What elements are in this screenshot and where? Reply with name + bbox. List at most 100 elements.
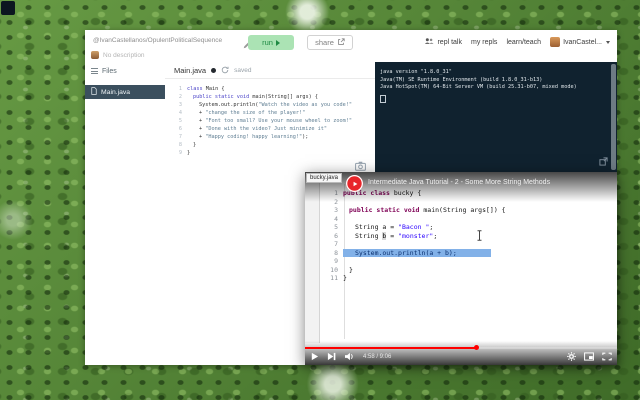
- nav-learn-teach-label: learn/teach: [506, 38, 542, 46]
- line-number: 3: [334, 206, 338, 214]
- nav-learn-teach[interactable]: learn/teach: [506, 39, 541, 46]
- line-number: 6: [334, 231, 338, 240]
- text-cursor-icon: [476, 228, 483, 246]
- video-progress-bar[interactable]: [305, 345, 617, 351]
- code-line[interactable]: 8}: [165, 141, 375, 149]
- channel-logo-icon: [346, 175, 363, 192]
- popout-icon[interactable]: [599, 157, 608, 170]
- files-panel-title: Files: [102, 67, 117, 75]
- code-line[interactable]: 1 class Main {: [165, 85, 375, 93]
- repl-description-row: No description: [91, 51, 145, 59]
- line-number: 10: [330, 265, 338, 274]
- hamburger-icon[interactable]: [91, 67, 98, 75]
- editor-tab-main-java[interactable]: Main.java: [174, 66, 206, 75]
- fullscreen-button[interactable]: [602, 352, 612, 361]
- video-controls: 4:58 / 9:06: [305, 341, 617, 365]
- repl-description: No description: [103, 51, 145, 59]
- nav-repl-talk[interactable]: repl talk: [424, 37, 462, 47]
- eclipse-file-tab: bucky.java: [306, 173, 342, 183]
- line-content: + "Happy coding! happy learning!");: [199, 134, 309, 140]
- user-menu-label: IvanCastel...: [563, 38, 602, 46]
- run-button[interactable]: run: [248, 35, 294, 50]
- console-line: java version "1.8.0_31": [380, 69, 452, 75]
- line-number: 4: [178, 110, 182, 116]
- line-number: 2: [178, 94, 182, 100]
- mini-avatar: [91, 51, 99, 59]
- code-line[interactable]: 4 + "change the size of the player!": [165, 109, 375, 117]
- line-number: 9: [334, 257, 338, 265]
- line-content: public static void main(String args[]) {: [349, 206, 506, 214]
- code-line[interactable]: 6 + "Done with the video? Just minimize i…: [165, 125, 375, 133]
- files-panel: Files Main.java: [85, 62, 166, 365]
- file-item-main-java[interactable]: Main.java: [85, 85, 165, 100]
- chevron-down-icon: [606, 40, 610, 44]
- code-line[interactable]: 3 public static void main(String args[]) …: [305, 206, 617, 215]
- settings-button[interactable]: [567, 352, 576, 361]
- line-number: 7: [178, 134, 182, 140]
- people-icon: [424, 37, 435, 47]
- line-number: 6: [178, 126, 182, 132]
- next-button[interactable]: [327, 352, 336, 361]
- line-content: class Main {: [187, 86, 225, 92]
- video-player: 1public class bucky {23public static voi…: [305, 172, 617, 365]
- code-editor[interactable]: 1 class Main { 2 public static void main(St…: [165, 79, 375, 157]
- code-line[interactable]: 3 System.out.println("Watch the video as …: [165, 101, 375, 109]
- line-number: 5: [178, 118, 182, 124]
- video-code-content: 1public class bucky {23public static voi…: [305, 189, 617, 283]
- line-content: + "Font too small? Use your mouse wheel …: [199, 118, 353, 124]
- line-number: 1: [178, 86, 182, 92]
- code-line[interactable]: 7 + "Happy coding! happy learning!");: [165, 133, 375, 141]
- code-line[interactable]: 7: [305, 240, 617, 249]
- code-line[interactable]: 6 String b = "monster";: [305, 231, 617, 241]
- video-buttons-row: 4:58 / 9:06: [310, 350, 612, 363]
- desktop-background: @IvanCastellanos/OpulentPoliticalSequenc…: [0, 0, 640, 400]
- console-cursor: [380, 94, 386, 103]
- line-content: System.out.println(a + b);: [343, 248, 491, 257]
- console-line: Java HotSpot(TM) 64-Bit Server VM (build…: [380, 84, 577, 90]
- user-menu[interactable]: IvanCastel...: [550, 37, 610, 47]
- console-scrollbar[interactable]: [611, 64, 616, 170]
- code-line[interactable]: 9: [305, 257, 617, 266]
- line-number: 7: [334, 240, 338, 248]
- code-line[interactable]: 2 public static void main(String[] args) …: [165, 93, 375, 101]
- line-content: + "Done with the video? Just minimize it…: [199, 126, 328, 132]
- nav-my-repls-label: my repls: [470, 38, 498, 46]
- code-line[interactable]: 9}: [165, 149, 375, 157]
- desktop-shortcut-icon[interactable]: [1, 1, 15, 15]
- code-line[interactable]: 4: [305, 215, 617, 224]
- code-line[interactable]: 5 + "Font too small? Use your mouse wheel…: [165, 117, 375, 125]
- line-number: 3: [178, 102, 182, 108]
- line-number: 5: [334, 223, 338, 231]
- line-number: 8: [178, 142, 182, 148]
- avatar: [550, 37, 561, 47]
- nav-repl-talk-label: repl talk: [437, 38, 462, 46]
- files-panel-header: Files: [85, 62, 165, 79]
- refresh-icon: [221, 61, 229, 79]
- line-number: 8: [334, 248, 338, 257]
- video-time: 4:58 / 9:06: [363, 353, 392, 360]
- line-number: 4: [334, 214, 338, 223]
- line-number: 11: [330, 274, 338, 282]
- repl-title: @IvanCastellanos/OpulentPoliticalSequenc…: [93, 37, 223, 44]
- file-icon: [91, 87, 97, 97]
- code-line[interactable]: 5 String a = "Bacon ";: [305, 223, 617, 232]
- run-label: run: [262, 38, 273, 47]
- play-button[interactable]: [310, 352, 319, 361]
- line-content: }: [349, 265, 353, 274]
- line-content: + "change the size of the player!": [199, 110, 306, 116]
- code-line[interactable]: 8 System.out.println(a + b);: [305, 248, 617, 257]
- editor-tab-row: Main.java saved: [165, 62, 375, 79]
- play-icon: [275, 39, 280, 46]
- nav-my-repls[interactable]: my repls: [471, 39, 497, 46]
- code-line[interactable]: 11}: [305, 274, 617, 283]
- line-content: public static void main(String[] args) {: [193, 94, 318, 100]
- share-button[interactable]: share: [307, 35, 353, 50]
- miniplayer-button[interactable]: [584, 352, 594, 361]
- line-content: String a = "Bacon ";: [355, 223, 434, 231]
- code-line[interactable]: 10}: [305, 266, 617, 275]
- line-content: }: [187, 150, 191, 156]
- line-content: }: [193, 142, 197, 148]
- share-icon: [337, 37, 345, 48]
- volume-button[interactable]: [344, 352, 355, 361]
- topbar: @IvanCastellanos/OpulentPoliticalSequenc…: [85, 30, 617, 63]
